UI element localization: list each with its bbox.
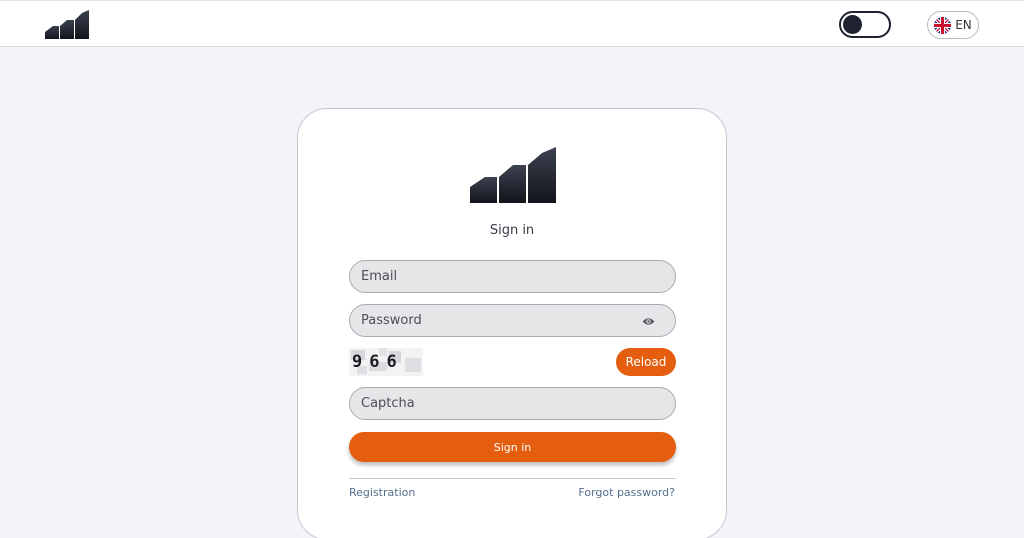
logo-icon[interactable] bbox=[45, 10, 89, 40]
eye-icon[interactable] bbox=[642, 316, 655, 327]
language-label: EN bbox=[955, 18, 972, 32]
registration-link[interactable]: Registration bbox=[349, 486, 415, 499]
captcha-field[interactable] bbox=[350, 388, 675, 419]
captcha-text: 966 bbox=[352, 352, 404, 372]
page-title: Sign in bbox=[489, 223, 535, 238]
toggle-knob bbox=[843, 15, 862, 34]
captcha-image: 966 bbox=[349, 348, 423, 376]
moon-icon bbox=[874, 17, 882, 32]
language-selector[interactable]: EN bbox=[927, 11, 979, 39]
captcha-field-wrapper bbox=[349, 387, 676, 420]
login-card: Sign in 966 Reload Sign in Registration … bbox=[297, 108, 727, 538]
password-field-wrapper bbox=[349, 304, 676, 337]
theme-toggle[interactable] bbox=[839, 11, 891, 38]
logo-icon bbox=[470, 147, 556, 203]
email-field-wrapper bbox=[349, 260, 676, 293]
sign-in-button[interactable]: Sign in bbox=[349, 432, 676, 462]
top-navigation-bar: EN bbox=[0, 0, 1024, 47]
uk-flag-icon bbox=[934, 16, 952, 34]
divider bbox=[349, 478, 676, 479]
forgot-password-link[interactable]: Forgot password? bbox=[578, 486, 675, 499]
email-field[interactable] bbox=[350, 261, 675, 292]
reload-captcha-button[interactable]: Reload bbox=[616, 348, 676, 376]
password-field[interactable] bbox=[350, 305, 675, 336]
